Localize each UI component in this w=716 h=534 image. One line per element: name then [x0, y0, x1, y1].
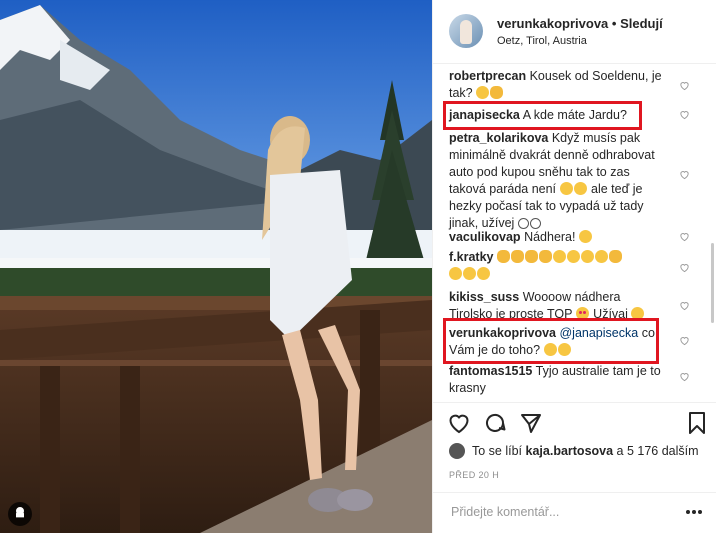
author-username[interactable]: verunkakoprivova: [497, 16, 608, 31]
grin-sweat-emoji: [573, 182, 587, 195]
comments-list[interactable]: robertprecan Kousek od Soeldenu, je tak?…: [433, 63, 716, 402]
likes-summary: To se líbí kaja.bartosova a 5 176 dalším: [449, 443, 699, 459]
likes-suffix[interactable]: a 5 176 dalším: [617, 444, 699, 458]
muscle-emoji: [510, 250, 524, 263]
header-line: verunkakoprivova • Sledují: [497, 16, 663, 31]
comment-item: robertprecan Kousek od Soeldenu, je tak?: [449, 68, 665, 102]
photo-image: [0, 0, 432, 533]
post-actions: [433, 402, 716, 443]
separator-dot: •: [611, 16, 617, 31]
comment-item: vaculikovap Nádhera!: [449, 229, 665, 246]
grin-emoji: [578, 230, 592, 243]
location-link[interactable]: Oetz, Tirol, Austria: [497, 35, 587, 47]
grin-sweat-emoji: [476, 86, 490, 99]
comment-username[interactable]: f.kratky: [449, 250, 493, 264]
comment-username[interactable]: kikiss_suss: [449, 290, 519, 304]
comment-icon[interactable]: [483, 411, 507, 435]
like-comment-heart-icon[interactable]: [679, 109, 690, 120]
smile-emoji: [529, 218, 541, 229]
grin-emoji: [477, 267, 490, 280]
grin-emoji: [552, 250, 566, 263]
comment-username[interactable]: robertprecan: [449, 69, 526, 83]
more-icon[interactable]: [685, 509, 703, 515]
likes-prefix: To se líbí: [472, 444, 523, 458]
like-comment-heart-icon[interactable]: [679, 300, 690, 311]
avatar[interactable]: [449, 14, 483, 48]
smile-emoji: [517, 218, 529, 229]
like-comment-heart-icon[interactable]: [679, 169, 690, 180]
post-timestamp[interactable]: PŘED 20 H: [449, 470, 499, 480]
highlight-box: [443, 318, 659, 364]
like-comment-heart-icon[interactable]: [679, 371, 690, 382]
grin-emoji: [449, 267, 462, 280]
highlight-box: [443, 101, 642, 130]
raised-hands-emoji: [608, 250, 622, 263]
grin-sweat-emoji: [559, 182, 573, 195]
liker-avatar[interactable]: [449, 443, 465, 459]
liker-username[interactable]: kaja.bartosova: [526, 444, 614, 458]
follow-status-button[interactable]: Sledují: [620, 16, 663, 31]
grin-emoji: [594, 250, 608, 263]
bookmark-icon[interactable]: [687, 411, 707, 435]
comment-input[interactable]: [449, 504, 673, 520]
comment-item: petra_kolarikova Když musís pak minimáln…: [449, 130, 665, 232]
comment-username[interactable]: vaculikovap: [449, 230, 521, 244]
comment-username[interactable]: petra_kolarikova: [449, 131, 548, 145]
comments-scrollbar[interactable]: [711, 243, 714, 323]
grin-emoji: [580, 250, 594, 263]
add-comment-bar: [433, 492, 716, 534]
comment-item: f.kratky: [449, 249, 665, 283]
muscle-emoji: [538, 250, 552, 263]
like-comment-heart-icon[interactable]: [679, 262, 690, 273]
share-icon[interactable]: [519, 411, 543, 435]
grin-emoji: [463, 267, 476, 280]
comment-item: fantomas1515 Tyjo australie tam je to kr…: [449, 363, 665, 397]
thumbs-up-emoji: [490, 86, 504, 99]
like-comment-heart-icon[interactable]: [679, 231, 690, 242]
muscle-emoji: [496, 250, 510, 263]
like-comment-heart-icon[interactable]: [679, 335, 690, 346]
user-tag-icon[interactable]: [8, 502, 32, 526]
heart-icon[interactable]: [447, 411, 471, 435]
post-header: verunkakoprivova • Sledují Oetz, Tirol, …: [433, 0, 716, 64]
post-photo[interactable]: [0, 0, 432, 533]
post-sidebar: verunkakoprivova • Sledují Oetz, Tirol, …: [432, 0, 716, 533]
like-comment-heart-icon[interactable]: [679, 80, 690, 91]
muscle-emoji: [524, 250, 538, 263]
comment-text: Nádhera!: [524, 230, 576, 244]
comment-username[interactable]: fantomas1515: [449, 364, 532, 378]
grin-emoji: [566, 250, 580, 263]
